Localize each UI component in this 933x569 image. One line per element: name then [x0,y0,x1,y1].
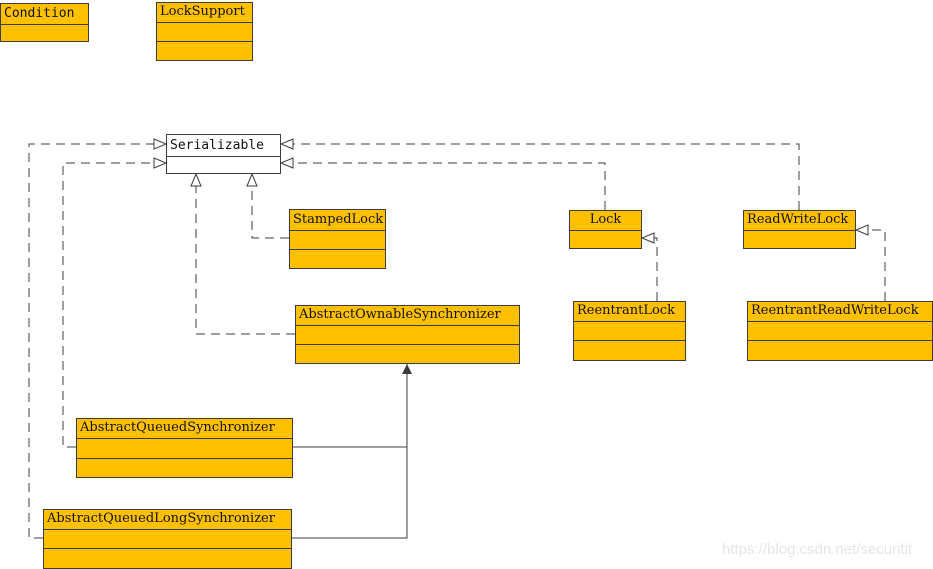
class-compartment [1,25,88,41]
class-name: AbstractQueuedSynchronizer [77,419,292,439]
edge-reentrantlock-lock [642,238,658,301]
class-compartment [296,345,519,363]
class-name: AbstractQueuedLongSynchronizer [44,510,291,530]
class-condition[interactable]: Condition [0,3,89,42]
edge-aqls-serializable [28,144,166,539]
class-compartment [296,326,519,345]
class-name: ReentrantLock [574,302,685,322]
class-name: Lock [570,211,641,231]
edge-readwritelock-serializable [281,144,800,210]
class-locksupport[interactable]: LockSupport [156,2,253,61]
class-name: ReadWriteLock [744,211,855,231]
class-compartment [748,341,932,360]
relationship-lines [28,0,886,539]
class-stampedlock[interactable]: StampedLock [289,209,386,269]
class-name: AbstractOwnableSynchronizer [296,306,519,326]
class-compartment [157,42,252,60]
class-compartment [574,322,685,341]
class-compartment [77,459,292,477]
class-name: LockSupport [157,3,252,23]
class-compartment [44,530,291,549]
edge-rrwl-readwritelock [856,230,886,301]
edge-aos-serializable [196,174,295,335]
class-abstractqueuedlongsynchronizer[interactable]: AbstractQueuedLongSynchronizer [43,509,292,569]
class-compartment [748,322,932,341]
class-compartment [44,549,291,568]
class-compartment [570,231,641,248]
class-abstractqueuedsynchronizer[interactable]: AbstractQueuedSynchronizer [76,418,293,478]
class-reentrantreadwritelock[interactable]: ReentrantReadWriteLock [747,301,933,361]
class-compartment [574,341,685,360]
class-lock[interactable]: Lock [569,210,642,249]
class-reentrantlock[interactable]: ReentrantLock [573,301,686,361]
class-compartment [167,157,280,173]
class-name: Serializable [167,135,280,157]
diagram-canvas: Condition LockSupport Serializable Stamp… [0,0,933,569]
class-compartment [290,250,385,268]
watermark: https://blog.csdn.net/securitit [722,541,913,558]
class-compartment [744,231,855,248]
edge-aqls-aos [291,364,412,539]
edge-lock-serializable [281,163,606,210]
edge-stampedlock-serializable [252,174,289,239]
class-serializable[interactable]: Serializable [166,134,281,174]
class-compartment [290,231,385,250]
edge-aqs-serializable [62,163,166,448]
class-readwritelock[interactable]: ReadWriteLock [743,210,856,249]
class-name: Condition [1,4,88,25]
class-name: StampedLock [290,210,385,231]
class-compartment [157,23,252,42]
class-compartment [77,439,292,459]
class-abstractownablesynchronizer[interactable]: AbstractOwnableSynchronizer [295,305,520,364]
class-name: ReentrantReadWriteLock [748,302,932,322]
